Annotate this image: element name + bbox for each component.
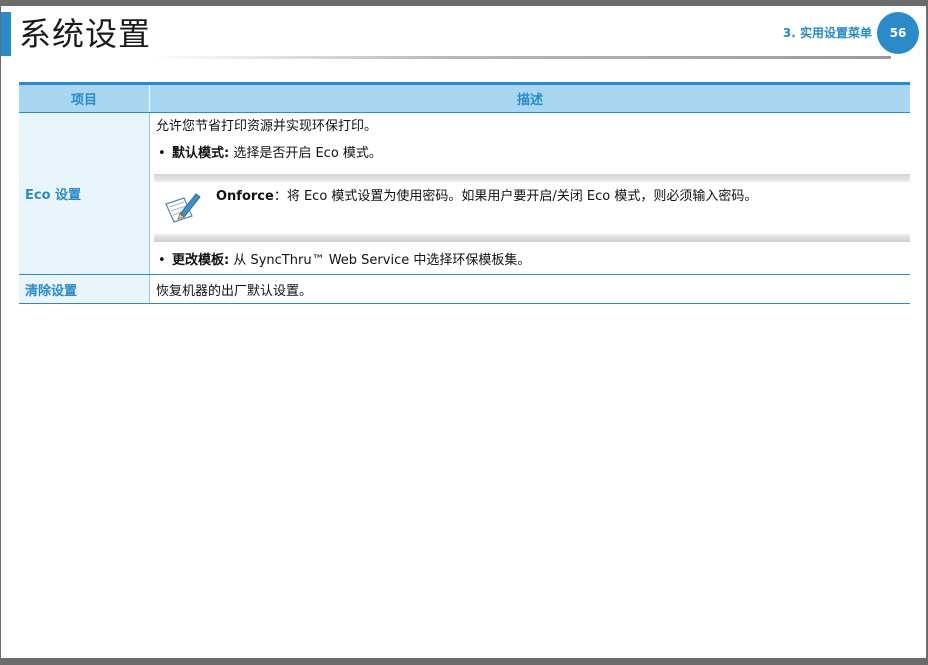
bullet-change-template: • 更改模板: 从 SyncThru™ Web Service 中选择环保模板集。 [156, 252, 904, 269]
description-cell-clear: 恢复机器的出厂默认设置。 [149, 274, 910, 304]
table-row: 清除设置 恢复机器的出厂默认设置。 [19, 274, 910, 304]
bullet-label: 更改模板: [172, 253, 230, 268]
note-top-bar [154, 174, 910, 182]
bullet-default-mode: • 默认模式: 选择是否开启 Eco 模式。 [156, 145, 904, 162]
note-pencil-icon [162, 190, 202, 226]
note-label: Onforce [216, 189, 274, 204]
table-header-row: 项目 描述 [19, 82, 910, 113]
description-cell-eco: 允许您节省打印资源并实现环保打印。 • 默认模式: 选择是否开启 Eco 模式。 [149, 112, 910, 275]
bullet-dot: • [158, 253, 166, 268]
page-title: 系统设置 [19, 15, 152, 53]
header-rule [151, 56, 891, 59]
item-cell-clear: 清除设置 [19, 274, 150, 304]
column-header-description: 描述 [149, 82, 910, 113]
bullet-text: 从 SyncThru™ Web Service 中选择环保模板集。 [229, 253, 531, 268]
note-bottom-bar [154, 234, 910, 242]
chapter-label: 3. 实用设置菜单 [782, 26, 872, 40]
note-body: ：将 Eco 模式设置为使用密码。如果用户要开启/关闭 Eco 模式，则必须输入… [273, 189, 758, 204]
page-number-badge: 56 [877, 12, 919, 54]
note-text: Onforce：将 Eco 模式设置为使用密码。如果用户要开启/关闭 Eco 模… [216, 188, 902, 206]
note-box: Onforce：将 Eco 模式设置为使用密码。如果用户要开启/关闭 Eco 模… [154, 174, 910, 242]
bullet-label: 默认模式: [172, 146, 230, 161]
bullet-dot: • [158, 146, 166, 161]
column-header-item: 项目 [19, 82, 150, 113]
item-cell-eco: Eco 设置 [19, 112, 150, 275]
settings-table: 项目 描述 Eco 设置 允许您节省打印资源并实现环保打印。 • 默认模式: 选择… [19, 82, 910, 304]
title-accent-bar [1, 12, 11, 56]
table-row: Eco 设置 允许您节省打印资源并实现环保打印。 • 默认模式: 选择是否开启 E… [19, 112, 910, 275]
document-page: 系统设置 3. 实用设置菜单 56 项目 描述 Eco 设置 允许您节省打印资源… [1, 6, 926, 658]
bullet-text: 选择是否开启 Eco 模式。 [229, 146, 382, 161]
eco-intro: 允许您节省打印资源并实现环保打印。 [156, 119, 378, 134]
